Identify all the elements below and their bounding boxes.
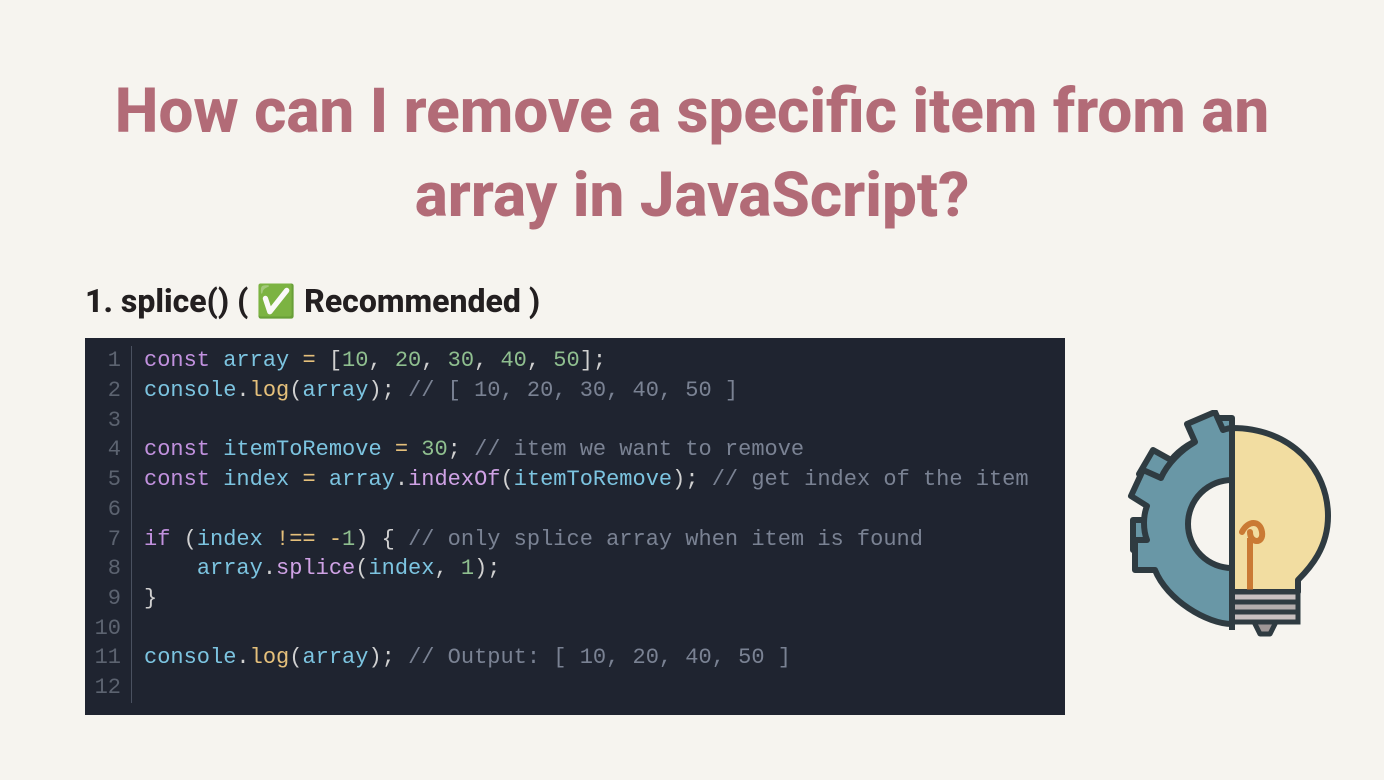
line-number: 8 bbox=[85, 554, 131, 584]
code-line: 4 const itemToRemove = 30; // item we wan… bbox=[85, 435, 1055, 465]
code-text bbox=[144, 673, 157, 703]
code-text: const array = [10, 20, 30, 40, 50]; bbox=[144, 346, 606, 376]
line-number: 2 bbox=[85, 376, 131, 406]
line-number: 9 bbox=[85, 584, 131, 614]
code-text bbox=[144, 495, 157, 525]
line-number: 5 bbox=[85, 465, 131, 495]
code-text: const index = array.indexOf(itemToRemove… bbox=[144, 465, 1029, 495]
gear-bulb-icon bbox=[1115, 410, 1345, 644]
line-number: 4 bbox=[85, 435, 131, 465]
line-number: 1 bbox=[85, 346, 131, 376]
code-text: console.log(array); // [ 10, 20, 30, 40,… bbox=[144, 376, 738, 406]
code-line: 11 console.log(array); // Output: [ 10, 2… bbox=[85, 643, 1055, 673]
code-text: array.splice(index, 1); bbox=[144, 554, 500, 584]
code-line: 10 bbox=[85, 614, 1055, 644]
code-line: 8 array.splice(index, 1); bbox=[85, 554, 1055, 584]
code-block: 1 const array = [10, 20, 30, 40, 50]; 2 con… bbox=[85, 338, 1065, 714]
code-text: console.log(array); // Output: [ 10, 20,… bbox=[144, 643, 791, 673]
page-title: How can I remove a specific item from an… bbox=[60, 70, 1324, 237]
code-line: 5 const index = array.indexOf(itemToRemov… bbox=[85, 465, 1055, 495]
code-line: 6 bbox=[85, 495, 1055, 525]
code-line: 3 bbox=[85, 406, 1055, 436]
section-heading: 1. splice() ( ✅ Recommended ) bbox=[85, 282, 1384, 320]
code-line: 1 const array = [10, 20, 30, 40, 50]; bbox=[85, 346, 1055, 376]
line-number: 12 bbox=[85, 673, 131, 703]
code-line: 12 bbox=[85, 673, 1055, 703]
code-text: } bbox=[144, 584, 157, 614]
line-number: 3 bbox=[85, 406, 131, 436]
line-number: 11 bbox=[85, 643, 131, 673]
code-text: const itemToRemove = 30; // item we want… bbox=[144, 435, 804, 465]
line-number: 10 bbox=[85, 614, 131, 644]
line-number: 7 bbox=[85, 525, 131, 555]
line-number: 6 bbox=[85, 495, 131, 525]
code-line: 9} bbox=[85, 584, 1055, 614]
code-text bbox=[144, 614, 157, 644]
code-text bbox=[144, 406, 157, 436]
code-text: if (index !== -1) { // only splice array… bbox=[144, 525, 923, 555]
code-line: 2 console.log(array); // [ 10, 20, 30, 40… bbox=[85, 376, 1055, 406]
code-line: 7 if (index !== -1) { // only splice arra… bbox=[85, 525, 1055, 555]
